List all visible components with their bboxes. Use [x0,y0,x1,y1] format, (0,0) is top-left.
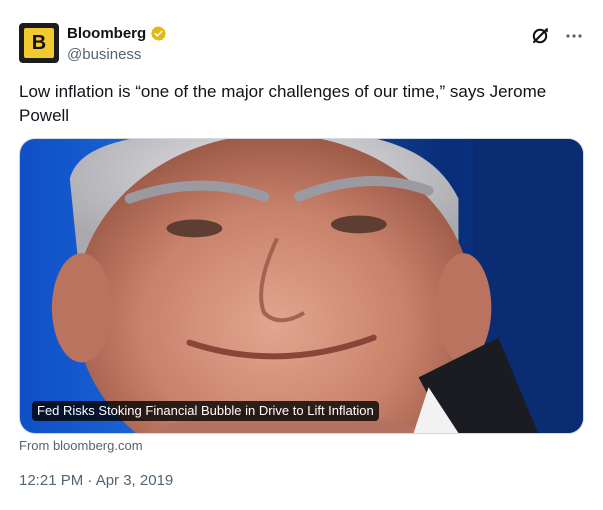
grok-icon[interactable] [530,26,550,46]
top-actions [530,26,584,46]
card-headline: Fed Risks Stoking Financial Bubble in Dr… [32,401,379,421]
author-name-row: Bloomberg [67,25,167,42]
avatar-logo: B [24,28,54,58]
avatar[interactable]: B [19,23,59,63]
link-card[interactable]: Fed Risks Stoking Financial Bubble in Dr… [19,138,584,434]
tweet: B Bloomberg @business Low inflation is “… [0,0,603,510]
more-horizontal-icon[interactable] [564,26,584,46]
tweet-text: Low inflation is “one of the major chall… [19,82,547,125]
handle[interactable]: @business [67,46,141,63]
card-photo [20,139,583,433]
timestamp[interactable]: 12:21 PM · Apr 3, 2019 [19,472,173,489]
display-name[interactable]: Bloomberg [67,25,146,42]
card-source[interactable]: From bloomberg.com [19,438,143,453]
verified-badge-icon [150,25,167,42]
